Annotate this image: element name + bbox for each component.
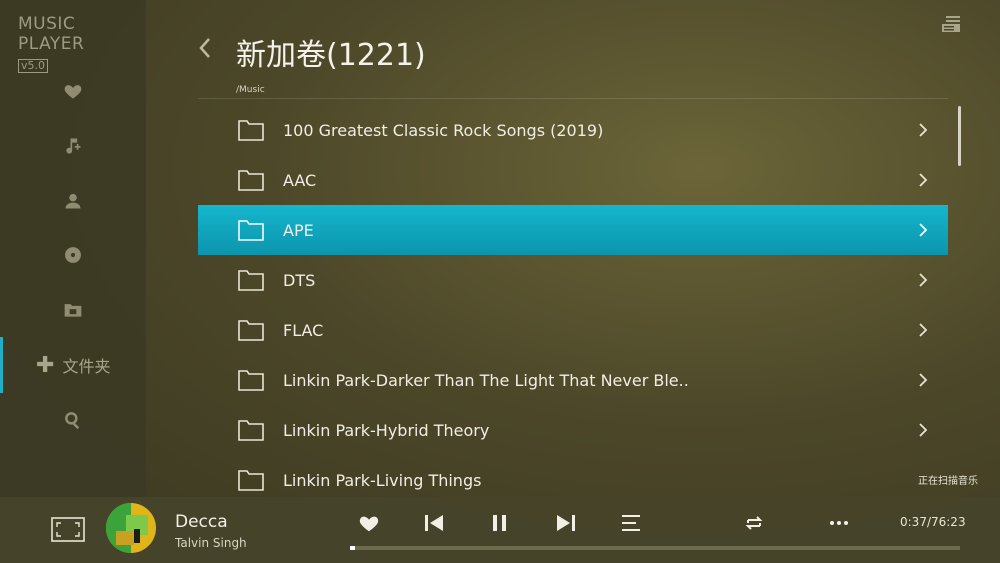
search-icon bbox=[65, 412, 80, 430]
folder-name: Linkin Park-Hybrid Theory bbox=[283, 420, 490, 440]
disc-icon bbox=[65, 247, 81, 263]
scan-status: 正在扫描音乐 bbox=[918, 476, 978, 487]
like-button[interactable] bbox=[358, 512, 380, 534]
list-item[interactable]: FLAC bbox=[198, 305, 948, 355]
album-art-icon bbox=[106, 503, 156, 553]
folder-icon bbox=[238, 220, 264, 241]
sidebar-item-folders[interactable] bbox=[0, 290, 146, 330]
next-button[interactable] bbox=[555, 512, 577, 534]
folder-icon bbox=[238, 420, 264, 441]
chevron-right-icon bbox=[919, 223, 928, 237]
list-item-selected[interactable]: APE bbox=[198, 205, 948, 255]
list-icon bbox=[622, 515, 640, 531]
list-item[interactable]: 100 Greatest Classic Rock Songs (2019) bbox=[198, 105, 948, 155]
repeat-button[interactable] bbox=[743, 512, 765, 534]
folder-icon bbox=[238, 270, 264, 291]
more-icon bbox=[830, 521, 848, 525]
skip-previous-icon bbox=[425, 515, 443, 531]
more-button[interactable] bbox=[828, 512, 850, 534]
header-divider bbox=[198, 98, 948, 99]
list-item[interactable]: AAC bbox=[198, 155, 948, 205]
skip-next-icon bbox=[557, 515, 575, 531]
folder-icon bbox=[238, 170, 264, 191]
active-indicator bbox=[0, 337, 3, 393]
playback-time: 0:37/76:23 bbox=[900, 515, 966, 529]
folder-name: DTS bbox=[283, 270, 316, 290]
previous-button[interactable] bbox=[423, 512, 445, 534]
folder-icon bbox=[238, 370, 264, 391]
sidebar-item-favorites[interactable] bbox=[0, 71, 146, 111]
heart-icon bbox=[359, 516, 379, 532]
list-item[interactable]: Linkin Park-Darker Than The Light That N… bbox=[198, 355, 948, 405]
back-button[interactable] bbox=[198, 36, 212, 66]
breadcrumb: /Music bbox=[236, 85, 265, 95]
chevron-right-icon bbox=[919, 273, 928, 287]
menu-button[interactable] bbox=[942, 16, 960, 32]
chevron-right-icon bbox=[919, 123, 928, 137]
repeat-icon bbox=[745, 516, 763, 530]
heart-icon bbox=[64, 85, 82, 99]
artist-name: Talvin Singh bbox=[175, 536, 247, 550]
progress-slider[interactable] bbox=[350, 546, 960, 550]
chevron-right-icon bbox=[919, 423, 928, 437]
song-title: Decca bbox=[175, 512, 228, 532]
folder-name: AAC bbox=[283, 170, 317, 190]
chevron-left-icon bbox=[199, 38, 210, 58]
page-title: 新加卷(1221) bbox=[236, 38, 426, 73]
chevron-right-icon bbox=[919, 173, 928, 187]
sidebar-item-albums[interactable] bbox=[0, 235, 146, 275]
chevron-right-icon bbox=[919, 373, 928, 387]
progress-fill bbox=[350, 546, 355, 550]
app-brand: MUSIC PLAYER v5.0 bbox=[18, 14, 146, 73]
playlist-menu-icon bbox=[942, 16, 960, 32]
folder-name: APE bbox=[283, 220, 314, 240]
brand-title: MUSIC PLAYER bbox=[18, 14, 85, 54]
fullscreen-icon bbox=[51, 517, 85, 542]
sidebar-item-search[interactable] bbox=[0, 400, 146, 440]
sidebar-item-artists[interactable] bbox=[0, 181, 146, 221]
folder-name: Linkin Park-Darker Than The Light That N… bbox=[283, 370, 689, 390]
folder-icon bbox=[238, 470, 264, 491]
sidebar-item-add-folder[interactable]: ✚ 文件夹 bbox=[0, 337, 146, 393]
folder-icon bbox=[64, 304, 82, 317]
folder-name: FLAC bbox=[283, 320, 324, 340]
sidebar-item-label: 文件夹 bbox=[62, 357, 111, 376]
folder-icon bbox=[238, 320, 264, 341]
pause-button[interactable] bbox=[489, 512, 511, 534]
chevron-right-icon bbox=[919, 323, 928, 337]
sidebar: MUSIC PLAYER v5.0 ✚ 文件夹 bbox=[0, 0, 146, 497]
plus-icon: ✚ bbox=[36, 352, 55, 378]
list-item[interactable]: Linkin Park-Hybrid Theory bbox=[198, 405, 948, 455]
folder-name: Linkin Park-Living Things bbox=[283, 470, 482, 490]
folder-list: 100 Greatest Classic Rock Songs (2019) A… bbox=[198, 105, 948, 505]
folder-icon bbox=[238, 120, 264, 141]
user-icon bbox=[65, 193, 81, 209]
scrollbar-thumb[interactable] bbox=[958, 106, 961, 166]
list-item[interactable]: DTS bbox=[198, 255, 948, 305]
pause-icon bbox=[493, 515, 506, 531]
folder-name: 100 Greatest Classic Rock Songs (2019) bbox=[283, 120, 604, 140]
fullscreen-button[interactable] bbox=[51, 517, 85, 542]
music-note-icon bbox=[66, 138, 81, 154]
sidebar-item-songs[interactable] bbox=[0, 126, 146, 166]
album-cover[interactable] bbox=[106, 503, 156, 553]
playlist-button[interactable] bbox=[620, 512, 642, 534]
